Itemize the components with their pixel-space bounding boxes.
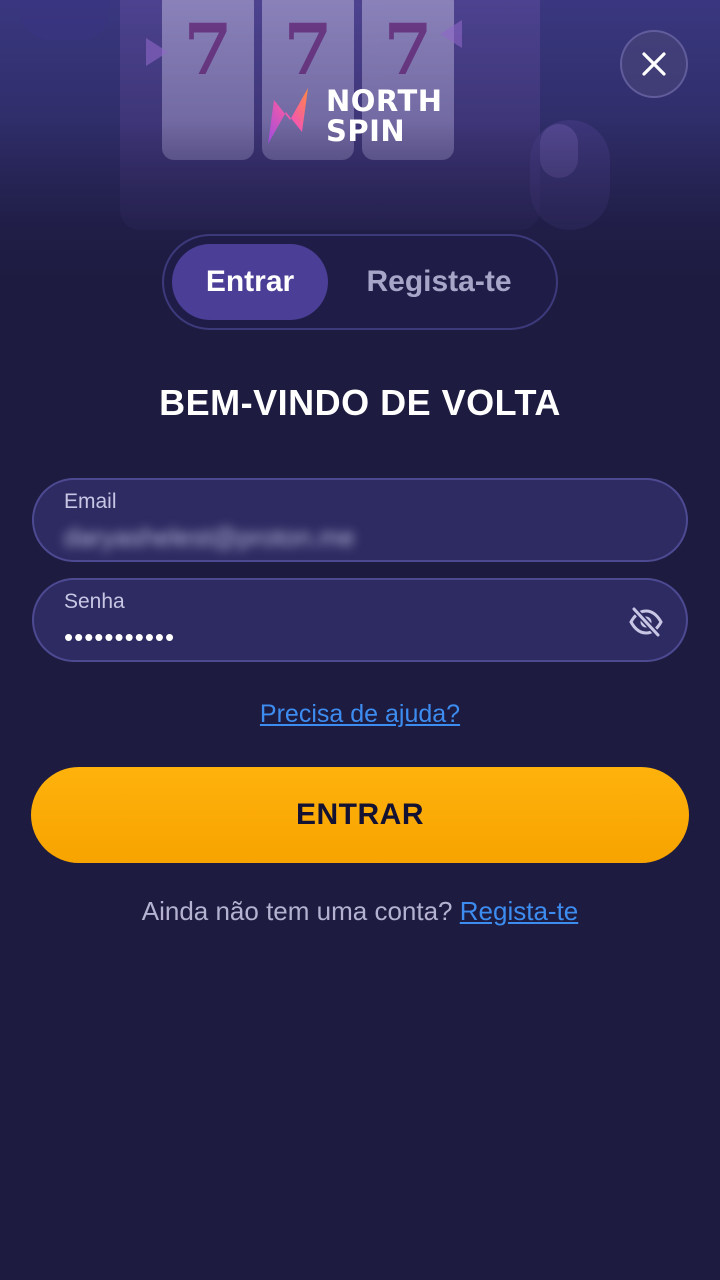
northspin-logo-icon bbox=[268, 88, 308, 144]
close-button[interactable] bbox=[620, 30, 688, 98]
tab-register[interactable]: Regista-te bbox=[332, 244, 546, 320]
page-title: BEM-VINDO DE VOLTA bbox=[159, 382, 561, 423]
password-label: Senha bbox=[64, 590, 125, 613]
login-button[interactable]: ENTRAR bbox=[31, 767, 689, 863]
signup-prompt-text: Ainda não tem uma conta? bbox=[141, 896, 453, 926]
password-value[interactable]: ••••••••••• bbox=[64, 622, 175, 653]
close-icon bbox=[642, 52, 666, 76]
brand-logo: NORTH SPIN bbox=[264, 84, 443, 148]
signup-link[interactable]: Regista-te bbox=[460, 896, 579, 926]
brand-name-line1: NORTH bbox=[326, 84, 443, 118]
tab-login[interactable]: Entrar bbox=[172, 244, 328, 320]
auth-tabs: Entrar Regista-te bbox=[162, 234, 558, 330]
eye-off-icon[interactable] bbox=[628, 604, 664, 640]
brand-name-line2: SPIN bbox=[326, 114, 406, 148]
email-value[interactable]: daryashelest@proton.me bbox=[64, 522, 624, 553]
email-label: Email bbox=[64, 490, 117, 513]
help-link[interactable]: Precisa de ajuda? bbox=[0, 700, 720, 729]
email-field[interactable]: Email daryashelest@proton.me bbox=[32, 478, 688, 562]
signup-prompt-line: Ainda não tem uma conta? Regista-te bbox=[0, 896, 720, 927]
brand-name: NORTH SPIN bbox=[326, 86, 443, 146]
password-field[interactable]: Senha ••••••••••• bbox=[32, 578, 688, 662]
